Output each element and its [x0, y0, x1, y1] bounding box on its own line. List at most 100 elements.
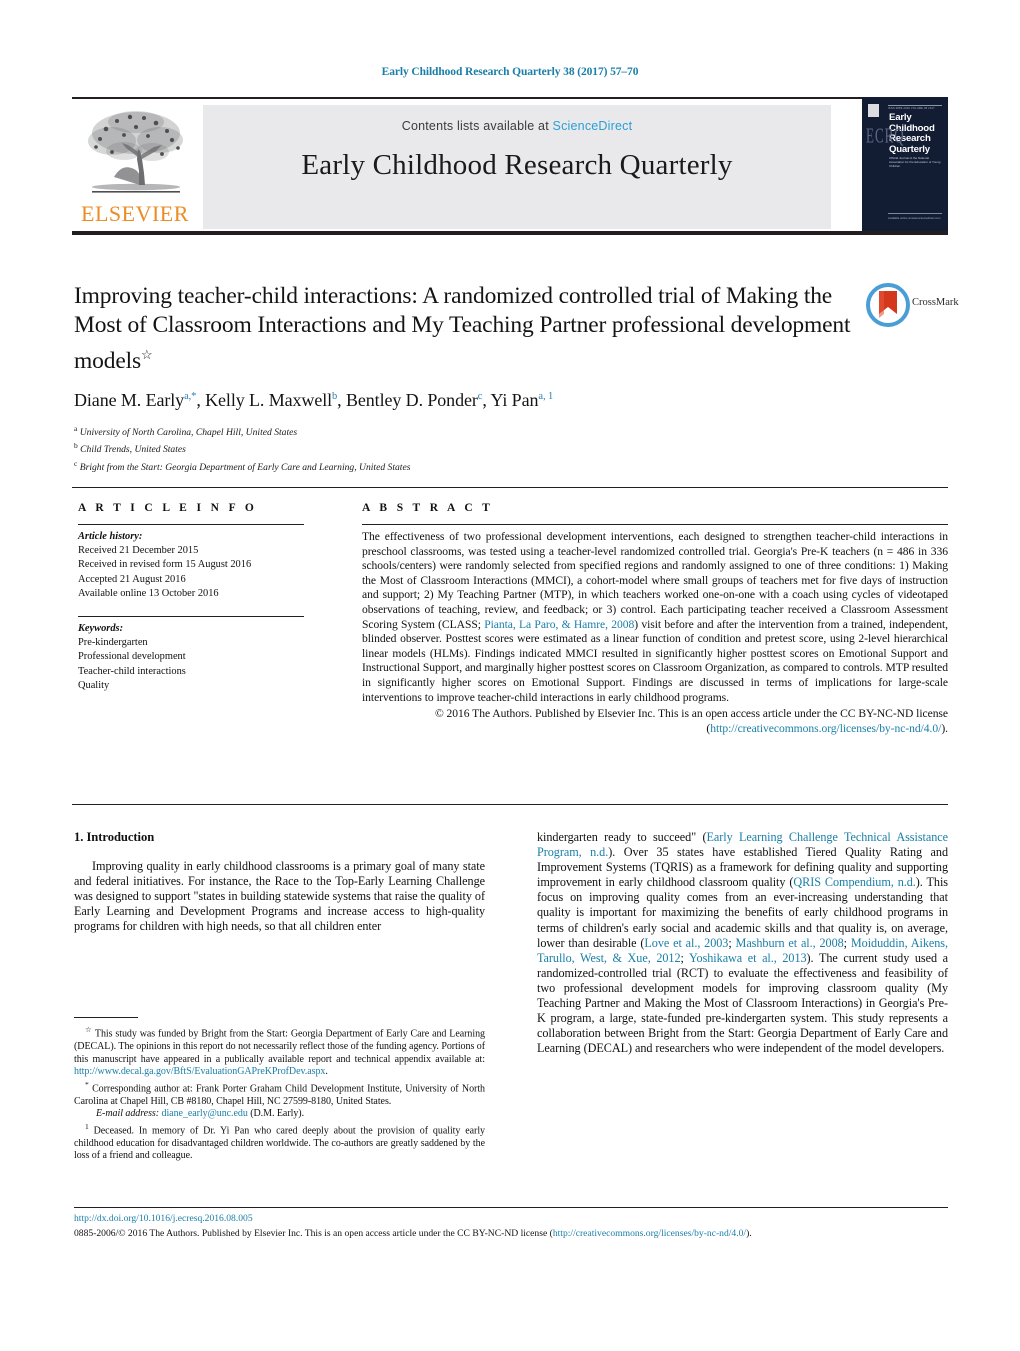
author-name: Kelly L. Maxwell — [205, 389, 333, 410]
keyword-item: Quality — [78, 679, 110, 691]
masthead-bottom-rule — [72, 231, 948, 235]
author-list: Diane M. Earlya,*, Kelly L. Maxwellb, Be… — [74, 389, 554, 410]
journal-article-page: Early Childhood Research Quarterly 38 (2… — [0, 0, 1020, 1351]
elsevier-logo: ELSEVIER — [76, 105, 194, 229]
crossmark-badge[interactable]: CrossMark — [866, 283, 959, 329]
journal-title: Early Childhood Research Quarterly — [301, 149, 733, 181]
citation-link-love[interactable]: Love et al., 2003 — [644, 936, 728, 950]
article-history-label: Article history: — [78, 531, 143, 542]
abstract-rule — [362, 524, 948, 525]
article-history-item: Accepted 21 August 2016 — [78, 573, 186, 585]
email-link[interactable]: diane_early@unc.edu — [162, 1108, 248, 1119]
info-rule-lower — [78, 616, 304, 617]
affiliation-text: Child Trends, United States — [80, 444, 186, 456]
keyword-item: Professional development — [78, 651, 186, 663]
right-text-part1: kindergarten ready to succeed" ( — [537, 830, 707, 844]
crossmark-icon[interactable] — [866, 283, 910, 327]
author-name: Yi Pan — [490, 389, 539, 410]
author-name: Bentley D. Ponder — [345, 389, 478, 410]
footnote-star-marker: ☆ — [85, 1025, 93, 1034]
author-name: Diane M. Early — [74, 389, 185, 410]
citation-link-mashburn[interactable]: Mashburn et al., 2008 — [736, 936, 844, 950]
affiliation-item: c Bright from the Start: Georgia Departm… — [74, 457, 854, 474]
contents-available-line: Contents lists available at ScienceDirec… — [203, 119, 831, 133]
citation-link-qris[interactable]: QRIS Compendium, n.d. — [793, 875, 915, 889]
citation-sep: ; — [680, 950, 689, 965]
footnote-report-link[interactable]: http://www.decal.ga.gov/BftS/EvaluationG… — [74, 1066, 325, 1077]
cover-subtitle: Official Journal of the National Associa… — [889, 156, 941, 168]
footer-copyright-text: 0885-2006/© 2016 The Authors. Published … — [74, 1228, 553, 1239]
article-title-text: Improving teacher-child interactions: A … — [74, 283, 851, 374]
footnote-separator-rule — [74, 1017, 138, 1018]
affiliation-list: a University of North Carolina, Chapel H… — [74, 422, 854, 474]
cover-elsevier-mark-icon — [868, 104, 879, 117]
doi-link[interactable]: http://dx.doi.org/10.1016/j.ecresq.2016.… — [74, 1213, 253, 1224]
email-suffix: (D.M. Early). — [250, 1108, 305, 1120]
body-column-right: kindergarten ready to succeed" (Early Le… — [537, 830, 948, 1056]
citation-sep: ; — [728, 935, 736, 950]
elsevier-wordmark: ELSEVIER — [81, 201, 189, 226]
keyword-item: Pre-kindergarten — [78, 637, 148, 649]
abstract-copyright: © 2016 The Authors. Published by Elsevie… — [362, 707, 948, 736]
footnote-deceased-text: Deceased. In memory of Dr. Yi Pan who ca… — [74, 1125, 485, 1162]
cover-bottom-rule — [888, 213, 942, 214]
footnote-corresponding-text: Corresponding author at: Frank Porter Gr… — [74, 1083, 486, 1107]
author-affiliation-marker[interactable]: b — [332, 391, 337, 402]
footnote-funding: ☆ This study was funded by Bright from t… — [74, 1024, 485, 1079]
citation-sep: ; — [843, 935, 851, 950]
author-affiliation-marker[interactable]: a, 1 — [538, 391, 553, 402]
running-head: Early Childhood Research Quarterly 38 (2… — [381, 66, 639, 78]
abstract-heading: A B S T R A C T — [362, 502, 494, 514]
article-history-item: Available online 13 October 2016 — [78, 587, 219, 599]
keyword-item: Teacher-child interactions — [78, 665, 186, 677]
abstract-text-part1: The effectiveness of two professional de… — [362, 530, 948, 631]
title-block: Improving teacher-child interactions: A … — [74, 282, 854, 474]
author-affiliation-marker[interactable]: c — [478, 391, 483, 402]
journal-cover-thumbnail[interactable]: ISSN 0885-2006 VOLUME 38 2017 Early Chil… — [862, 97, 948, 231]
affiliation-text: University of North Carolina, Chapel Hil… — [79, 427, 298, 439]
keywords-block: Keywords: Pre-kindergarten Professional … — [78, 622, 328, 693]
footnote-deceased: 1 Deceased. In memory of Dr. Yi Pan who … — [74, 1121, 485, 1163]
copyright-close: ). — [941, 721, 948, 735]
article-info-heading: A R T I C L E I N F O — [78, 502, 258, 514]
info-rule-upper — [78, 524, 304, 525]
article-history-item: Received 21 December 2015 — [78, 545, 199, 557]
email-label: E-mail address: — [96, 1108, 160, 1120]
title-footnote-marker[interactable]: ☆ — [141, 347, 153, 362]
intro-paragraph-left: Improving quality in early childhood cla… — [74, 859, 485, 934]
cover-top-text: ISSN 0885-2006 VOLUME 38 2017 — [888, 107, 935, 110]
footnote-funding-text-1: This study was funded by Bright from the… — [74, 1028, 485, 1065]
footnote-corresponding-author: * Corresponding author at: Frank Porter … — [74, 1079, 485, 1109]
affiliation-item: a University of North Carolina, Chapel H… — [74, 422, 854, 439]
body-column-left: 1. Introduction Improving quality in ear… — [74, 830, 485, 935]
footer-copyright-close: ). — [746, 1228, 752, 1239]
info-section-top-rule — [72, 487, 948, 489]
affiliation-marker: b — [74, 441, 78, 451]
affiliation-marker: a — [74, 423, 78, 433]
contents-prefix: Contents lists available at — [401, 119, 553, 133]
abstract-paragraph: The effectiveness of two professional de… — [362, 530, 948, 705]
abstract-citation-link[interactable]: Pianta, La Paro, & Hamre, 2008 — [484, 618, 634, 631]
abstract-body: The effectiveness of two professional de… — [362, 530, 948, 736]
masthead-top-rule — [72, 97, 948, 99]
footnote-number-marker: 1 — [85, 1121, 89, 1131]
article-history-item: Received in revised form 15 August 2016 — [78, 559, 252, 571]
affiliation-item: b Child Trends, United States — [74, 439, 854, 456]
footer-license-link[interactable]: http://creativecommons.org/licenses/by-n… — [553, 1228, 746, 1239]
footnotes-block: ☆ This study was funded by Bright from t… — [74, 1024, 485, 1163]
page-title: Improving teacher-child interactions: A … — [74, 282, 854, 376]
right-text-part4: ). The current study used a randomized-c… — [537, 950, 948, 1056]
cover-top-rule — [888, 105, 942, 106]
author-affiliation-marker[interactable]: a,* — [184, 391, 196, 402]
citation-link-yoshikawa[interactable]: Yoshikawa et al., 2013 — [689, 951, 807, 965]
page-bottom-rule — [74, 1207, 948, 1208]
license-link[interactable]: http://creativecommons.org/licenses/by-n… — [710, 722, 941, 735]
footer-copyright: 0885-2006/© 2016 The Authors. Published … — [74, 1228, 948, 1241]
keywords-label: Keywords: — [78, 623, 124, 634]
sciencedirect-link[interactable]: ScienceDirect — [553, 119, 633, 133]
info-section-bottom-rule — [72, 804, 948, 806]
affiliation-marker: c — [74, 458, 78, 468]
intro-paragraph-right: kindergarten ready to succeed" (Early Le… — [537, 830, 948, 1056]
footnote-asterisk-marker: * — [85, 1079, 89, 1089]
elsevier-tree-icon — [88, 111, 183, 193]
